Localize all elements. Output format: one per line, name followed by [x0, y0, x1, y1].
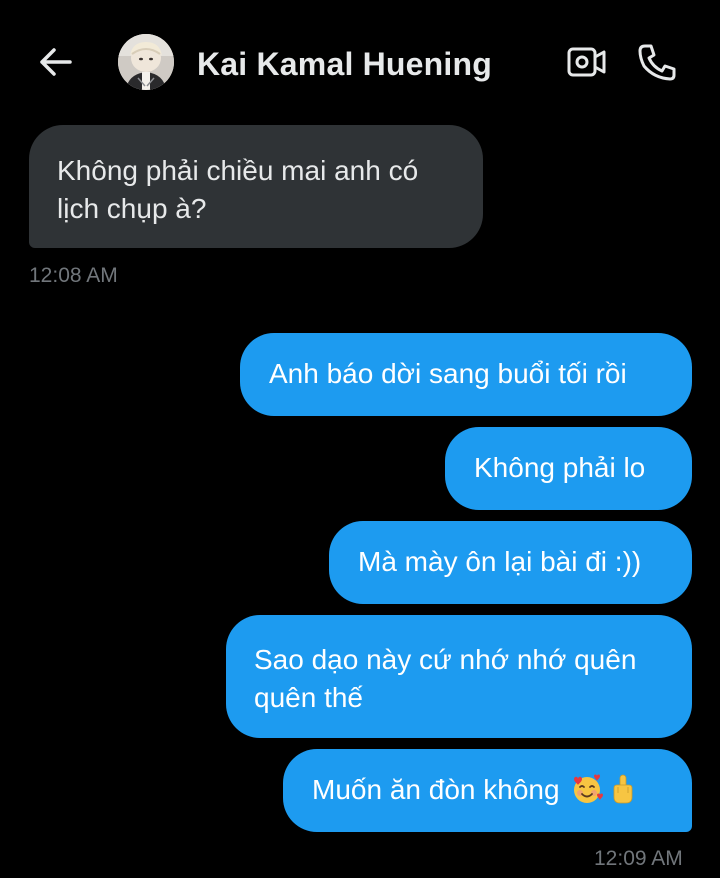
message-text-line: Anh báo dời sang buổi tối rồi	[269, 358, 627, 389]
message-text-line: lịch chụp à?	[57, 193, 207, 224]
message-text-line: Sao dạo này cứ nhớ nhớ quên	[254, 644, 637, 675]
avatar[interactable]	[118, 34, 174, 90]
message-bubble-outgoing[interactable]: Anh báo dời sang buổi tối rồi	[240, 333, 692, 416]
message-bubble-outgoing[interactable]: Sao dạo này cứ nhớ nhớ quên quên thế	[226, 615, 692, 738]
message-bubble-outgoing[interactable]: Không phải lo	[445, 427, 692, 510]
contact-name[interactable]: Kai Kamal Huening	[197, 44, 492, 84]
message-text-line: Không phải chiều mai anh có	[57, 155, 419, 186]
message-text-line: quên thế	[254, 682, 363, 713]
video-camera-icon	[567, 47, 606, 77]
message-timestamp: 12:09 AM	[594, 847, 683, 870]
message-text-line: Mà mày ôn lại bài đi :))	[358, 546, 642, 577]
smiling-face-with-hearts-icon	[574, 774, 604, 803]
voice-call-button[interactable]	[636, 42, 678, 82]
avatar-photo	[118, 34, 174, 90]
arrow-left-icon	[40, 48, 72, 76]
message-bubble-outgoing[interactable]: Muốn ăn đòn không	[283, 749, 692, 832]
phone-icon	[638, 44, 676, 81]
message-timestamp: 12:08 AM	[29, 264, 118, 287]
message-text-line: Không phải lo	[474, 452, 646, 483]
back-button[interactable]	[36, 44, 76, 80]
video-call-button[interactable]	[566, 43, 608, 81]
message-bubble-incoming[interactable]: Không phải chiều mai anh có lịch chụp à?	[29, 125, 483, 248]
middle-finger-icon	[613, 774, 633, 804]
conversation-header: Kai Kamal Huening	[0, 0, 720, 120]
message-text-line: Muốn ăn đòn không	[312, 774, 560, 805]
message-bubble-outgoing[interactable]: Mà mày ôn lại bài đi :))	[329, 521, 692, 604]
